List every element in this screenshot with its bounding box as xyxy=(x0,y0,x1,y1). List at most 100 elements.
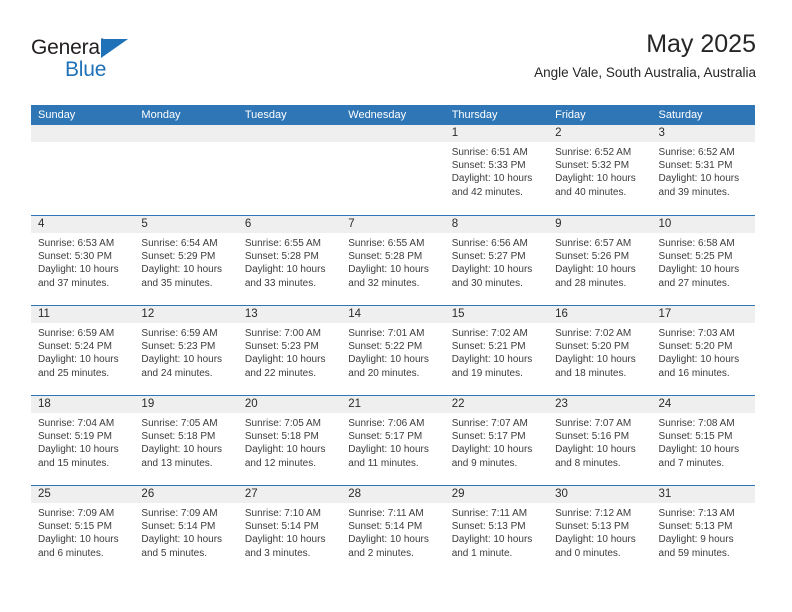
calendar-week-row: 1 Sunrise: 6:51 AM Sunset: 5:33 PM Daylight… xyxy=(31,125,755,215)
day-detail-line: Sunrise: 7:04 AM xyxy=(38,418,115,429)
calendar-day-cell[interactable]: 5 Sunrise: 6:54 AM Sunset: 5:29 PM Daylight… xyxy=(134,216,238,305)
day-detail-line: Sunrise: 7:06 AM xyxy=(348,418,425,429)
calendar-day-cell-empty xyxy=(134,125,238,215)
weekday-header-row: Sunday Monday Tuesday Wednesday Thursday Frid… xyxy=(31,105,755,125)
calendar-day-cell[interactable]: 16 Sunrise: 7:02 AM Sunset: 5:20 PM Dayligh… xyxy=(548,306,652,395)
calendar-day-cell[interactable]: 18 Sunrise: 7:04 AM Sunset: 5:19 PM Dayligh… xyxy=(31,396,135,485)
day-number: 30 xyxy=(548,486,652,503)
day-number: 15 xyxy=(444,306,549,323)
day-detail-line: and 16 minutes. xyxy=(658,367,730,379)
calendar-day-cell[interactable]: 14 Sunrise: 7:01 AM Sunset: 5:22 PM Dayligh… xyxy=(341,306,445,395)
calendar-day-cell[interactable]: 9 Sunrise: 6:57 AM Sunset: 5:26 PM Daylight… xyxy=(548,216,652,305)
day-detail-line: Sunset: 5:14 PM xyxy=(348,521,423,533)
calendar-day-cell[interactable]: 23 Sunrise: 7:07 AM Sunset: 5:16 PM Dayligh… xyxy=(548,396,652,485)
day-detail-line: Daylight: 10 hours xyxy=(451,354,533,366)
day-detail-line: Sunrise: 7:11 AM xyxy=(451,508,528,519)
weekday-header-tuesday: Tuesday xyxy=(244,109,287,121)
day-detail-line: Daylight: 9 hours xyxy=(658,534,734,546)
calendar-day-cell[interactable]: 8 Sunrise: 6:56 AM Sunset: 5:27 PM Daylight… xyxy=(444,216,549,305)
day-detail-line: Sunrise: 6:58 AM xyxy=(658,238,735,249)
day-number: 9 xyxy=(548,216,652,233)
day-detail-line: and 15 minutes. xyxy=(38,457,110,469)
day-detail-line: Sunrise: 6:51 AM xyxy=(451,147,528,158)
day-detail-line: Sunrise: 7:00 AM xyxy=(244,328,321,339)
calendar-week-row: 18 Sunrise: 7:04 AM Sunset: 5:19 PM Dayligh… xyxy=(31,395,755,485)
calendar-day-cell[interactable]: 27 Sunrise: 7:10 AM Sunset: 5:14 PM Dayligh… xyxy=(237,486,342,575)
day-detail-line: Sunset: 5:16 PM xyxy=(555,431,630,443)
calendar-day-cell[interactable]: 21 Sunrise: 7:06 AM Sunset: 5:17 PM Dayligh… xyxy=(341,396,445,485)
day-detail-line: and 5 minutes. xyxy=(141,547,208,559)
day-detail-line: and 35 minutes. xyxy=(141,277,213,289)
day-detail-line: and 6 minutes. xyxy=(38,547,104,559)
day-detail-line: Daylight: 10 hours xyxy=(658,264,740,276)
calendar-day-cell[interactable]: 20 Sunrise: 7:05 AM Sunset: 5:18 PM Dayligh… xyxy=(237,396,342,485)
weekday-header-monday: Monday xyxy=(141,109,181,121)
day-number: 18 xyxy=(31,396,135,413)
calendar-day-cell[interactable]: 26 Sunrise: 7:09 AM Sunset: 5:14 PM Dayligh… xyxy=(134,486,238,575)
calendar-day-cell[interactable]: 1 Sunrise: 6:51 AM Sunset: 5:33 PM Daylight… xyxy=(444,125,549,215)
day-details: Sunrise: 6:59 AM Sunset: 5:24 PM Daylight:… xyxy=(31,323,134,380)
day-detail-line: Sunrise: 7:11 AM xyxy=(348,508,424,519)
day-detail-line: and 28 minutes. xyxy=(555,277,627,289)
day-detail-line: Sunset: 5:15 PM xyxy=(658,431,733,443)
day-number: 29 xyxy=(444,486,549,503)
day-detail-line: Sunrise: 7:09 AM xyxy=(141,508,218,519)
day-detail-line: Sunset: 5:15 PM xyxy=(38,521,112,533)
calendar-body: 1 Sunrise: 6:51 AM Sunset: 5:33 PM Daylight… xyxy=(31,125,755,575)
calendar-day-cell[interactable]: 24 Sunrise: 7:08 AM Sunset: 5:15 PM Dayligh… xyxy=(651,396,755,485)
day-detail-line: Sunrise: 7:02 AM xyxy=(451,328,528,339)
day-number: 6 xyxy=(237,216,342,233)
day-number: 31 xyxy=(651,486,755,503)
day-details xyxy=(31,142,134,146)
calendar-day-cell[interactable]: 2 Sunrise: 6:52 AM Sunset: 5:32 PM Daylight… xyxy=(548,125,652,215)
day-details xyxy=(238,142,341,146)
day-details: Sunrise: 6:54 AM Sunset: 5:29 PM Daylight:… xyxy=(134,233,237,290)
calendar-day-cell[interactable]: 25 Sunrise: 7:09 AM Sunset: 5:15 PM Dayligh… xyxy=(31,486,135,575)
calendar-day-cell[interactable]: 31 Sunrise: 7:13 AM Sunset: 5:13 PM Dayligh… xyxy=(651,486,755,575)
calendar-day-cell[interactable]: 29 Sunrise: 7:11 AM Sunset: 5:13 PM Dayligh… xyxy=(444,486,549,575)
calendar-day-cell[interactable]: 10 Sunrise: 6:58 AM Sunset: 5:25 PM Dayligh… xyxy=(651,216,755,305)
day-detail-line: and 7 minutes. xyxy=(658,457,725,469)
calendar-week-row: 4 Sunrise: 6:53 AM Sunset: 5:30 PM Daylight… xyxy=(31,215,755,305)
day-detail-line: Daylight: 10 hours xyxy=(244,264,326,276)
calendar-day-cell[interactable]: 28 Sunrise: 7:11 AM Sunset: 5:14 PM Dayligh… xyxy=(341,486,445,575)
day-details: Sunrise: 6:57 AM Sunset: 5:26 PM Daylight:… xyxy=(548,233,651,290)
day-detail-line: Sunrise: 7:02 AM xyxy=(555,328,632,339)
calendar-day-cell[interactable]: 22 Sunrise: 7:07 AM Sunset: 5:17 PM Dayligh… xyxy=(444,396,549,485)
calendar-day-cell[interactable]: 17 Sunrise: 7:03 AM Sunset: 5:20 PM Dayligh… xyxy=(651,306,755,395)
day-detail-line: Sunset: 5:19 PM xyxy=(38,431,112,443)
day-detail-line: Daylight: 10 hours xyxy=(555,444,636,456)
calendar-day-cell[interactable]: 15 Sunrise: 7:02 AM Sunset: 5:21 PM Dayligh… xyxy=(444,306,549,395)
day-details: Sunrise: 7:03 AM Sunset: 5:20 PM Daylight:… xyxy=(652,323,755,380)
day-detail-line: Sunrise: 6:53 AM xyxy=(38,238,115,249)
day-number: 24 xyxy=(651,396,755,413)
calendar-day-cell-empty xyxy=(237,125,342,215)
day-number xyxy=(134,125,238,142)
calendar-day-cell[interactable]: 6 Sunrise: 6:55 AM Sunset: 5:28 PM Daylight… xyxy=(237,216,342,305)
day-number: 14 xyxy=(341,306,445,323)
day-number: 13 xyxy=(237,306,342,323)
calendar-day-cell[interactable]: 3 Sunrise: 6:52 AM Sunset: 5:31 PM Daylight… xyxy=(651,125,755,215)
day-detail-line: Daylight: 10 hours xyxy=(451,534,533,546)
day-number: 16 xyxy=(548,306,652,323)
calendar-day-cell[interactable]: 30 Sunrise: 7:12 AM Sunset: 5:13 PM Dayligh… xyxy=(548,486,652,575)
day-detail-line: Sunset: 5:31 PM xyxy=(658,160,733,172)
day-detail-line: and 22 minutes. xyxy=(244,367,317,379)
calendar-day-cell[interactable]: 12 Sunrise: 6:59 AM Sunset: 5:23 PM Dayligh… xyxy=(134,306,238,395)
day-number: 11 xyxy=(31,306,135,323)
calendar-day-cell[interactable]: 19 Sunrise: 7:05 AM Sunset: 5:18 PM Dayligh… xyxy=(134,396,238,485)
calendar-day-cell[interactable]: 11 Sunrise: 6:59 AM Sunset: 5:24 PM Dayligh… xyxy=(31,306,135,395)
day-number: 5 xyxy=(134,216,238,233)
day-detail-line: Sunset: 5:17 PM xyxy=(451,431,526,443)
day-detail-line: Daylight: 10 hours xyxy=(141,444,223,456)
calendar-day-cell[interactable]: 13 Sunrise: 7:00 AM Sunset: 5:23 PM Dayligh… xyxy=(237,306,342,395)
day-detail-line: Sunset: 5:20 PM xyxy=(658,341,733,353)
day-detail-line: Daylight: 10 hours xyxy=(244,534,326,546)
day-number: 20 xyxy=(237,396,342,413)
calendar-day-cell[interactable]: 7 Sunrise: 6:55 AM Sunset: 5:28 PM Daylight… xyxy=(341,216,445,305)
day-detail-line: Sunrise: 6:59 AM xyxy=(141,328,218,339)
day-detail-line: and 40 minutes. xyxy=(555,186,627,198)
calendar-day-cell[interactable]: 4 Sunrise: 6:53 AM Sunset: 5:30 PM Daylight… xyxy=(31,216,135,305)
day-details: Sunrise: 7:11 AM Sunset: 5:13 PM Daylight:… xyxy=(445,503,548,560)
day-number xyxy=(31,125,135,142)
